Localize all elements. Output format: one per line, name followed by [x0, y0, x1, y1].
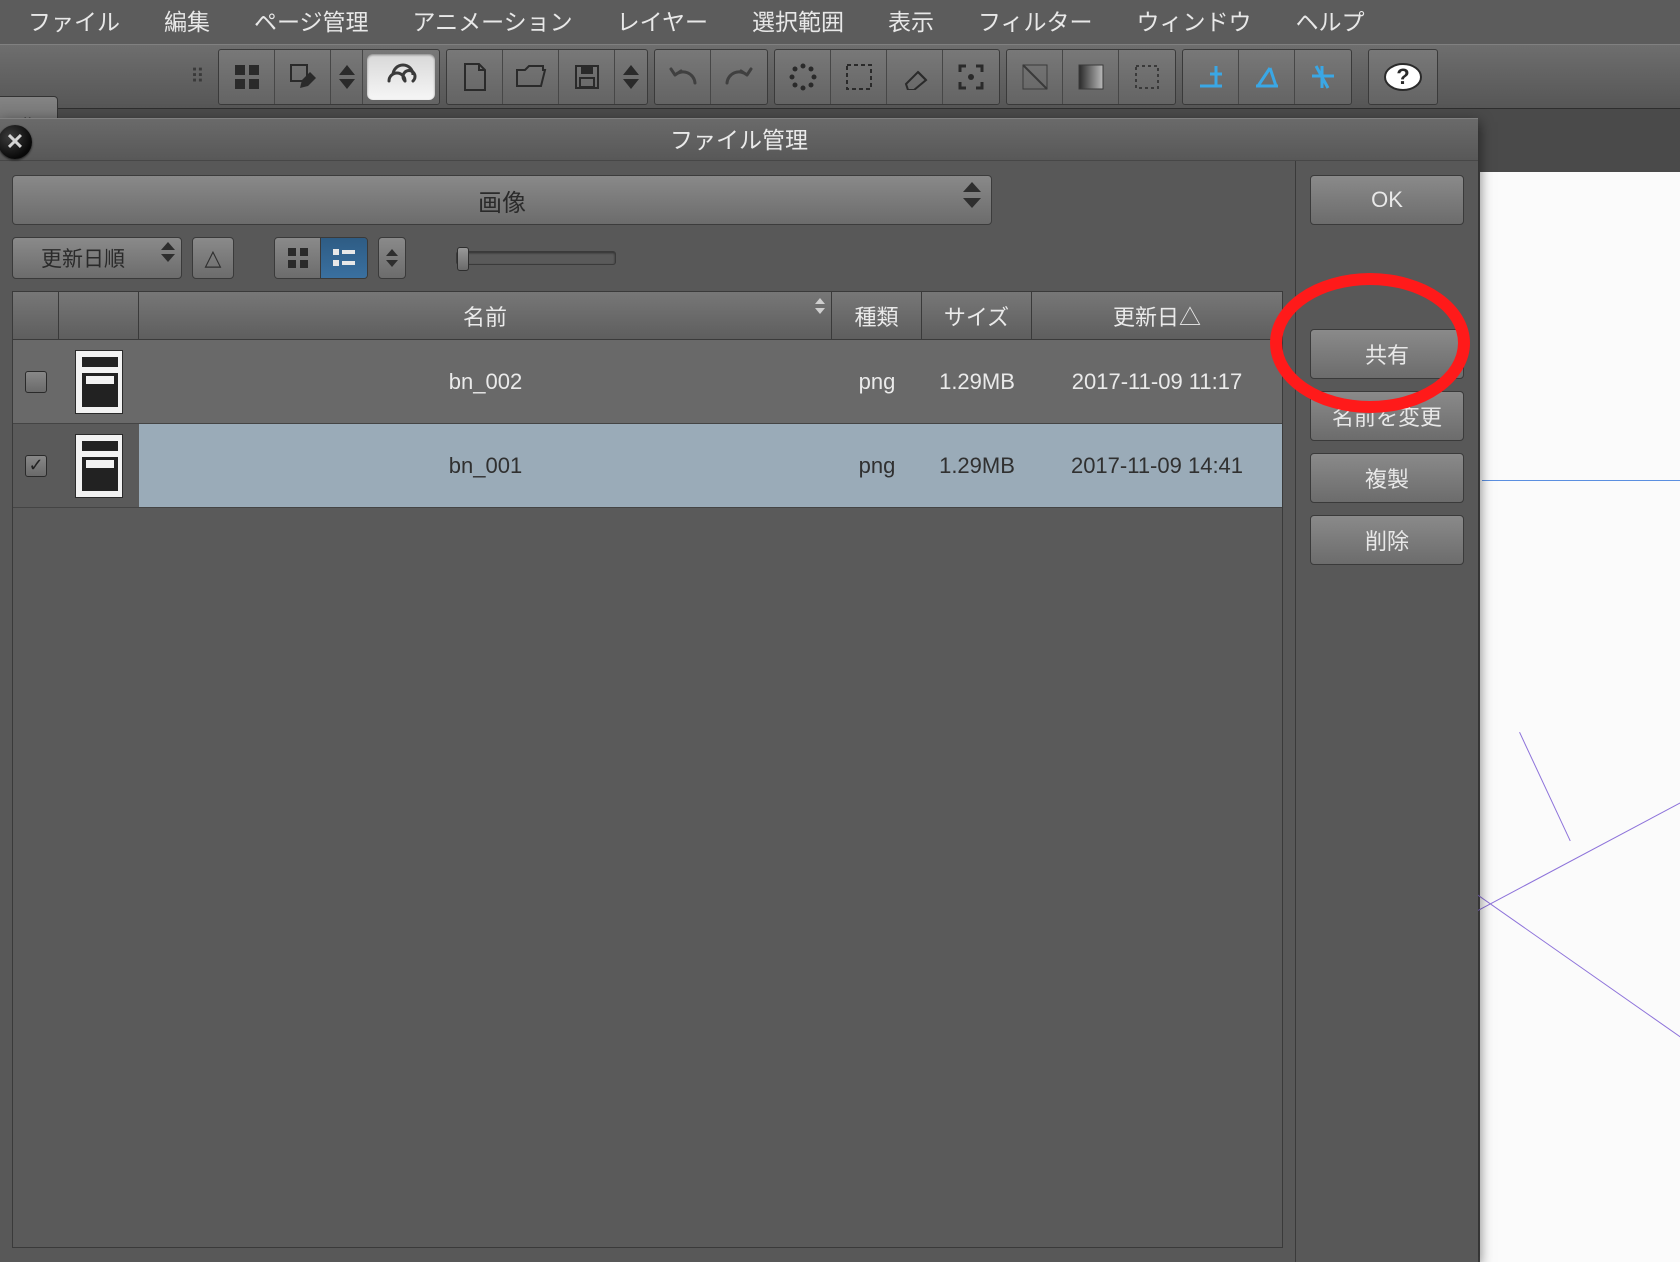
col-type[interactable]: 種類 — [832, 292, 922, 339]
sort-direction-button[interactable]: △ — [192, 237, 234, 279]
file-table: 名前 種類 サイズ 更新日△ bn_002 png — [12, 291, 1283, 1248]
menu-page[interactable]: ページ管理 — [232, 0, 391, 44]
duplicate-button[interactable]: 複製 — [1310, 453, 1464, 503]
dialog-sidebar: OK 共有 名前を変更 複製 削除 — [1296, 161, 1478, 1262]
table-row[interactable]: bn_002 png 1.29MB 2017-11-09 11:17 — [13, 340, 1282, 424]
category-selector[interactable]: 画像 — [12, 175, 992, 225]
vector-line — [1519, 732, 1571, 841]
rename-button[interactable]: 名前を変更 — [1310, 391, 1464, 441]
options-row: 更新日順 △ — [12, 237, 1283, 279]
new-file-icon[interactable] — [447, 50, 503, 104]
col-thumb[interactable] — [59, 292, 139, 339]
sort-selector[interactable]: 更新日順 — [12, 237, 182, 279]
snap-perspective-icon[interactable] — [1239, 50, 1295, 104]
snap-ruler-icon[interactable] — [1183, 50, 1239, 104]
table-row[interactable]: ✓ bn_001 png 1.29MB 2017-11-09 14:41 — [13, 424, 1282, 508]
menu-window[interactable]: ウィンドウ — [1115, 0, 1274, 44]
menu-view[interactable]: 表示 — [866, 0, 956, 44]
snap-grid-icon[interactable] — [1295, 50, 1351, 104]
help-icon[interactable]: ? — [1369, 50, 1437, 104]
gradient-a-icon[interactable] — [1007, 50, 1063, 104]
view-toggle — [274, 237, 368, 279]
tool-group-tonal — [1006, 49, 1176, 105]
toolbar: ⠿ — [0, 44, 1680, 109]
row-checkbox[interactable] — [25, 371, 47, 393]
row-thumbnail — [75, 350, 123, 414]
menu-animation[interactable]: アニメーション — [391, 0, 595, 44]
delete-button[interactable]: 削除 — [1310, 515, 1464, 565]
tool-group-workspace — [218, 49, 440, 105]
eraser-icon[interactable] — [887, 50, 943, 104]
canvas-area — [1480, 172, 1680, 1262]
svg-text:?: ? — [1396, 64, 1409, 89]
drag-handle-icon[interactable]: ⠿ — [178, 54, 218, 100]
gradient-b-icon[interactable] — [1063, 50, 1119, 104]
tool-group-file — [446, 49, 648, 105]
undo-icon[interactable] — [655, 50, 711, 104]
file-manager-dialog: ファイル管理 画像 更新日順 △ — [0, 118, 1478, 1262]
fit-screen-icon[interactable] — [943, 50, 999, 104]
tool-group-help: ? — [1368, 49, 1438, 105]
select-all-icon[interactable] — [831, 50, 887, 104]
loader-icon[interactable] — [775, 50, 831, 104]
row-checkbox[interactable]: ✓ — [25, 455, 47, 477]
view-grid-icon[interactable] — [275, 238, 321, 278]
share-button[interactable]: 共有 — [1310, 329, 1464, 379]
row-name: bn_002 — [139, 369, 832, 395]
row-size: 1.29MB — [922, 369, 1032, 395]
edit-swap-icon[interactable] — [275, 50, 331, 104]
stepper-icon — [161, 242, 175, 262]
view-list-icon[interactable] — [321, 238, 367, 278]
col-date[interactable]: 更新日△ — [1032, 292, 1282, 339]
open-folder-icon[interactable] — [503, 50, 559, 104]
ok-button[interactable]: OK — [1310, 175, 1464, 225]
marquee-icon[interactable] — [1119, 50, 1175, 104]
col-checkbox[interactable] — [13, 292, 59, 339]
spinner-vertical-2[interactable] — [615, 50, 647, 104]
stepper-icon — [963, 182, 981, 208]
row-size: 1.29MB — [922, 453, 1032, 479]
grid-view-icon[interactable] — [219, 50, 275, 104]
zoom-slider[interactable] — [456, 251, 616, 265]
cloud-sync-icon[interactable] — [367, 54, 435, 100]
dialog-main: 画像 更新日順 △ — [0, 161, 1296, 1262]
row-thumbnail — [75, 434, 123, 498]
redo-icon[interactable] — [711, 50, 767, 104]
guide-line — [1482, 480, 1680, 481]
slider-thumb[interactable] — [457, 247, 469, 271]
row-type: png — [832, 369, 922, 395]
menubar: ファイル 編集 ページ管理 アニメーション レイヤー 選択範囲 表示 フィルター… — [0, 0, 1680, 44]
table-body: bn_002 png 1.29MB 2017-11-09 11:17 ✓ bn_… — [13, 340, 1282, 1247]
col-name[interactable]: 名前 — [139, 292, 832, 339]
thumb-size-stepper[interactable] — [378, 237, 406, 279]
tool-group-snap — [1182, 49, 1352, 105]
menu-help[interactable]: ヘルプ — [1274, 0, 1387, 44]
category-selector-label: 画像 — [478, 183, 526, 218]
dialog-title: ファイル管理 — [0, 119, 1478, 161]
menu-layer[interactable]: レイヤー — [595, 0, 730, 44]
sort-selector-label: 更新日順 — [41, 243, 125, 273]
row-date: 2017-11-09 14:41 — [1032, 453, 1282, 479]
row-type: png — [832, 453, 922, 479]
table-header: 名前 種類 サイズ 更新日△ — [13, 292, 1282, 340]
row-name: bn_001 — [139, 453, 832, 479]
tool-group-canvas — [774, 49, 1000, 105]
save-icon[interactable] — [559, 50, 615, 104]
spinner-vertical[interactable] — [331, 50, 363, 104]
menu-selection[interactable]: 選択範囲 — [730, 0, 866, 44]
menu-filter[interactable]: フィルター — [956, 0, 1115, 44]
col-size[interactable]: サイズ — [922, 292, 1032, 339]
menu-file[interactable]: ファイル — [6, 0, 142, 44]
menu-edit[interactable]: 編集 — [142, 0, 232, 44]
row-date: 2017-11-09 11:17 — [1032, 369, 1282, 395]
tool-group-undo — [654, 49, 768, 105]
